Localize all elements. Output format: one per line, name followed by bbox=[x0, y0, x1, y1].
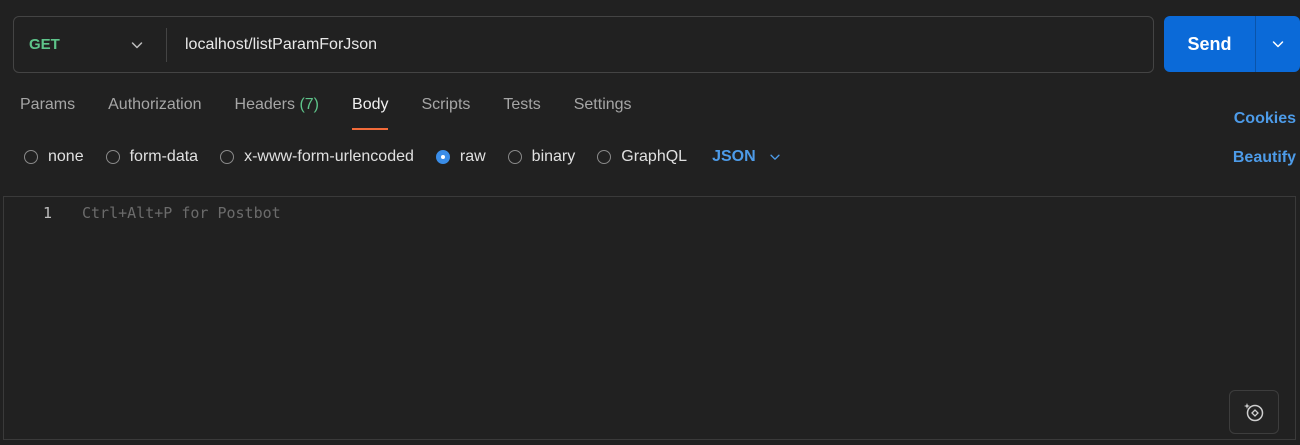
beautify-link[interactable]: Beautify bbox=[1233, 149, 1296, 167]
tab-headers[interactable]: Headers (7) bbox=[235, 96, 320, 130]
body-type-raw[interactable]: raw bbox=[435, 148, 486, 166]
line-number: 1 bbox=[43, 204, 53, 222]
body-type-binary[interactable]: binary bbox=[507, 148, 576, 166]
radio-button[interactable] bbox=[24, 150, 38, 164]
tab-label: Body bbox=[352, 96, 389, 113]
tab-label: Params bbox=[20, 96, 76, 113]
send-button[interactable]: Send bbox=[1164, 16, 1255, 72]
headers-count: (7) bbox=[299, 96, 320, 113]
radio-label: GraphQL bbox=[621, 148, 688, 165]
tab-label: Tests bbox=[503, 96, 541, 113]
raw-language-label: JSON bbox=[712, 148, 756, 165]
radio-button-selected[interactable] bbox=[435, 150, 450, 164]
radio-button[interactable] bbox=[597, 150, 612, 164]
radio-label: raw bbox=[459, 148, 486, 165]
body-type-selector: none form-data x-www-form-urlencoded raw… bbox=[24, 146, 782, 168]
raw-language-select[interactable]: JSON bbox=[712, 148, 782, 166]
request-panel: GET Send Params Authorization Headers (7… bbox=[0, 0, 1300, 445]
radio-button[interactable] bbox=[105, 150, 120, 164]
radio-label: binary bbox=[531, 148, 576, 165]
postbot-button[interactable] bbox=[1229, 390, 1279, 434]
editor-placeholder: Ctrl+Alt+P for Postbot bbox=[82, 204, 281, 222]
tab-authorization[interactable]: Authorization bbox=[108, 96, 201, 130]
method-selector[interactable]: GET bbox=[14, 17, 166, 72]
tab-label: Headers bbox=[234, 96, 295, 113]
request-tabs: Params Authorization Headers (7) Body Sc… bbox=[20, 96, 665, 132]
send-options-dropdown[interactable] bbox=[1256, 16, 1300, 72]
body-type-none[interactable]: none bbox=[24, 148, 84, 166]
cookies-link[interactable]: Cookies bbox=[1234, 110, 1296, 128]
url-input[interactable] bbox=[167, 17, 1153, 72]
body-type-urlencoded[interactable]: x-www-form-urlencoded bbox=[220, 148, 414, 166]
body-type-graphql[interactable]: GraphQL bbox=[597, 148, 687, 166]
radio-label: x-www-form-urlencoded bbox=[244, 148, 414, 165]
tab-params[interactable]: Params bbox=[20, 96, 75, 130]
tab-body[interactable]: Body bbox=[352, 96, 389, 130]
body-editor[interactable]: 1 Ctrl+Alt+P for Postbot bbox=[3, 196, 1296, 440]
radio-button[interactable] bbox=[507, 150, 522, 164]
tab-label: Settings bbox=[573, 96, 632, 113]
radio-label: none bbox=[48, 148, 84, 165]
tab-label: Scripts bbox=[421, 96, 471, 113]
body-type-form-data[interactable]: form-data bbox=[105, 148, 199, 166]
chevron-down-icon bbox=[770, 154, 780, 160]
radio-button[interactable] bbox=[220, 150, 235, 164]
tab-scripts[interactable]: Scripts bbox=[421, 96, 470, 130]
tab-tests[interactable]: Tests bbox=[503, 96, 540, 130]
chevron-down-icon bbox=[131, 41, 143, 48]
tab-settings[interactable]: Settings bbox=[574, 96, 632, 130]
radio-label: form-data bbox=[129, 148, 199, 165]
url-bar: GET bbox=[13, 16, 1154, 73]
method-label: GET bbox=[29, 36, 60, 53]
send-button-group: Send bbox=[1164, 16, 1300, 72]
tab-label: Authorization bbox=[108, 96, 202, 113]
postbot-sparkle-icon bbox=[1244, 403, 1264, 422]
chevron-down-icon bbox=[1272, 41, 1284, 48]
